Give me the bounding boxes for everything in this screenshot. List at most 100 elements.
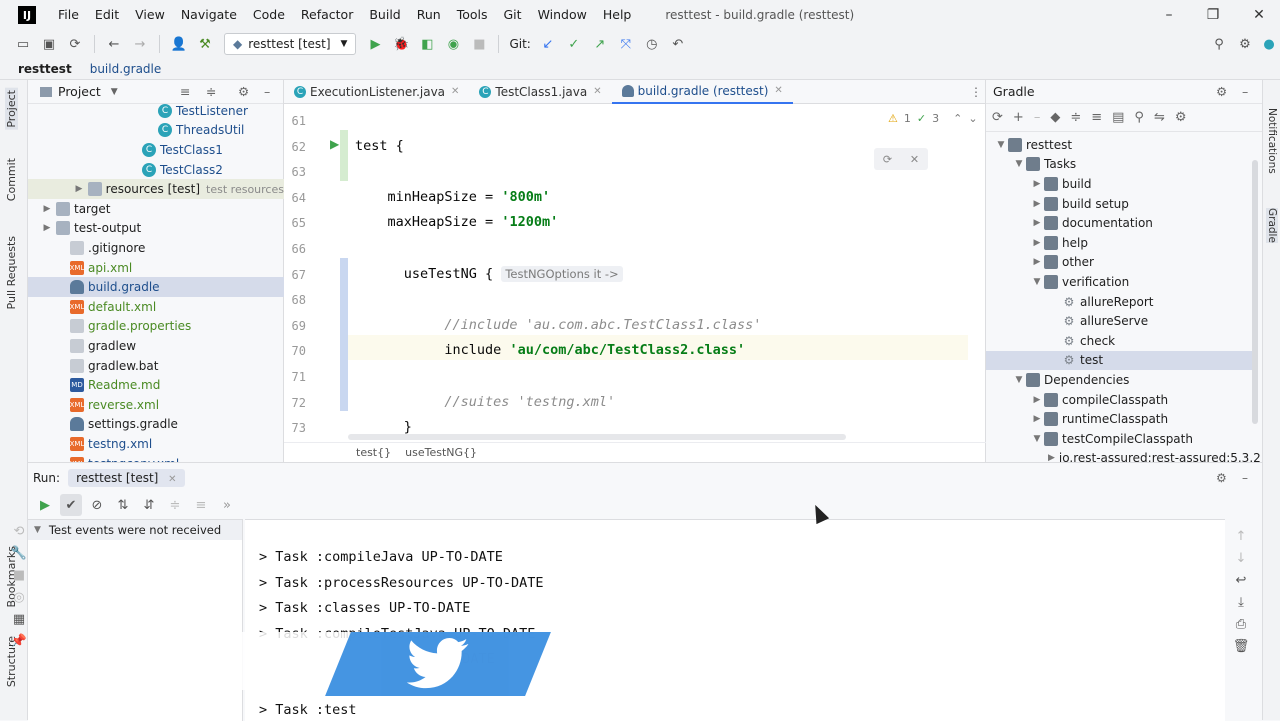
user-icon[interactable]: 👤 (168, 33, 190, 55)
close-icon[interactable]: ✕ (593, 86, 601, 97)
print-icon[interactable]: ⎙ (1230, 613, 1252, 635)
git-update-icon[interactable]: ↙ (537, 33, 559, 55)
close-icon[interactable]: ✕ (451, 86, 459, 97)
collapse-all-icon[interactable]: ≡ (180, 84, 190, 99)
reload-icon[interactable]: ⟳ (992, 110, 1003, 125)
arrow-down-icon[interactable]: ↓ (1230, 547, 1252, 569)
gradle-tree-item[interactable]: ▶ build setup (986, 194, 1252, 214)
project-tree-item[interactable]: gradlew (28, 336, 284, 356)
gradle-tree-item[interactable]: ▼ resttest (986, 135, 1252, 155)
menu-build[interactable]: Build (361, 0, 408, 30)
gradle-tree-item[interactable]: ▶ documentation (986, 213, 1252, 233)
remove-icon[interactable]: – (1034, 110, 1041, 125)
expand-all-icon[interactable]: ≑ (164, 494, 186, 516)
editor-tab[interactable]: C TestClass1.java ✕ (469, 80, 611, 104)
vcs-change-marker[interactable] (340, 129, 348, 181)
stop-icon[interactable]: ■ (468, 33, 490, 55)
hide-icon[interactable]: – (264, 84, 270, 99)
chevron-down-icon[interactable]: ⌄ (968, 112, 977, 125)
project-tree-item[interactable]: XML api.xml (28, 258, 284, 278)
chevron-right-icon[interactable]: ▶ (1030, 257, 1044, 267)
chevron-up-icon[interactable]: ⌃ (953, 112, 962, 125)
coverage-icon[interactable]: ◧ (416, 33, 438, 55)
menu-file[interactable]: File (50, 0, 87, 30)
forward-arrow-icon[interactable]: → (129, 33, 151, 55)
sort-duration-icon[interactable]: ⇵ (138, 494, 160, 516)
gradle-tree-item[interactable]: ⚙ allureReport (986, 292, 1252, 312)
show-ignored-icon[interactable]: ⊘ (86, 494, 108, 516)
project-tree-item[interactable]: gradle.properties (28, 317, 284, 337)
chevron-down-icon[interactable]: ▼ (1030, 434, 1044, 444)
hide-icon[interactable]: – (1242, 471, 1248, 485)
run-configuration-select[interactable]: ◆ resttest [test] ▼ (224, 33, 357, 55)
gradle-tree-item[interactable]: ▶ runtimeClasspath (986, 409, 1252, 429)
back-arrow-icon[interactable]: ← (103, 33, 125, 55)
menu-view[interactable]: View (127, 0, 173, 30)
chevron-right-icon[interactable]: ▶ (40, 204, 54, 214)
toggle-offline-icon[interactable]: ⇋ (1154, 110, 1165, 125)
menu-window[interactable]: Window (530, 0, 595, 30)
menu-edit[interactable]: Edit (87, 0, 127, 30)
breadcrumb-file[interactable]: build.gradle (90, 62, 162, 76)
pull-requests-tool-button[interactable]: Pull Requests (5, 236, 18, 309)
menu-git[interactable]: Git (496, 0, 530, 30)
show-passed-icon[interactable]: ✔ (60, 494, 82, 516)
chevron-right-icon[interactable]: ▶ (1030, 414, 1044, 424)
menu-navigate[interactable]: Navigate (173, 0, 245, 30)
chevron-right-icon[interactable]: ▶ (72, 184, 86, 194)
rollback-icon[interactable]: ↶ (667, 33, 689, 55)
run-tab[interactable]: resttest [test] ✕ (68, 469, 185, 487)
chevron-down-icon[interactable]: ▼ (1012, 375, 1026, 385)
more-icon[interactable]: » (216, 494, 238, 516)
run-gutter-icon[interactable]: ▶ (330, 137, 339, 151)
project-tree-item[interactable]: C TestClass1 (28, 140, 284, 160)
editor-tab[interactable]: build.gradle (resttest) ✕ (611, 80, 793, 104)
close-icon[interactable]: ✕ (910, 153, 919, 166)
restore-icon[interactable]: ❐ (1190, 0, 1236, 30)
gradle-tree-item[interactable]: ▶ other (986, 253, 1252, 273)
open-folder-icon[interactable]: ▭ (12, 33, 34, 55)
arrow-up-icon[interactable]: ↑ (1230, 525, 1252, 547)
editor-tab[interactable]: C ExecutionListener.java ✕ (284, 80, 469, 104)
run-icon[interactable]: ▶ (364, 33, 386, 55)
chevron-right-icon[interactable]: ▶ (1030, 238, 1044, 248)
wrench-icon[interactable]: 🔧 (8, 542, 30, 564)
minimize-icon[interactable]: – (1146, 0, 1192, 30)
git-merge-icon[interactable]: ⤧ (615, 33, 637, 55)
gradle-tree-item[interactable]: ⚙ check (986, 331, 1252, 351)
breadcrumb-project[interactable]: resttest (18, 62, 72, 76)
build-hammer-icon[interactable]: ⚒ (194, 33, 216, 55)
trash-icon[interactable]: 🗑 (1230, 635, 1252, 657)
menu-run[interactable]: Run (409, 0, 449, 30)
chevron-right-icon[interactable]: ▶ (1030, 199, 1044, 209)
execute-task-icon[interactable]: ◆ (1050, 110, 1060, 125)
project-tree-item[interactable]: MD Readme.md (28, 375, 284, 395)
stop-icon[interactable]: ■ (8, 564, 30, 586)
menu-refactor[interactable]: Refactor (293, 0, 361, 30)
gear-icon[interactable]: ⚙ (1234, 33, 1256, 55)
project-tree-item[interactable]: C TestListener (28, 101, 284, 121)
pin-icon[interactable]: 📌 (8, 630, 30, 652)
gear-icon[interactable]: ⚙ (1216, 84, 1227, 99)
expand-all-icon[interactable]: ≑ (206, 84, 216, 99)
menu-code[interactable]: Code (245, 0, 293, 30)
gradle-tree-item[interactable]: ▼ testCompileClasspath (986, 429, 1252, 449)
gradle-reload-popup[interactable]: ⟳ ✕ (874, 148, 928, 170)
gradle-tree-item[interactable]: ▶ build (986, 174, 1252, 194)
gradle-tree-item[interactable]: ▼ Tasks (986, 155, 1252, 175)
plugin-logo-icon[interactable]: ● (1258, 33, 1280, 55)
rerun-icon[interactable]: ▶ (34, 494, 56, 516)
profile-icon[interactable]: ◉ (442, 33, 464, 55)
project-tree-item[interactable]: .gitignore (28, 238, 284, 258)
project-tree-item[interactable]: XML reverse.xml (28, 395, 284, 415)
close-icon[interactable]: ✕ (168, 474, 176, 485)
debug-icon[interactable]: 🐞 (390, 33, 412, 55)
project-tree-item[interactable]: gradlew.bat (28, 356, 284, 376)
chevron-down-icon[interactable]: ▼ (34, 525, 41, 535)
gradle-tree-item[interactable]: ▶ help (986, 233, 1252, 253)
git-push-icon[interactable]: ↗ (589, 33, 611, 55)
chevron-down-icon[interactable]: ▼ (111, 87, 118, 97)
menu-tools[interactable]: Tools (449, 0, 496, 30)
gear-icon[interactable]: ⚙ (1216, 471, 1227, 485)
project-tree-item[interactable]: ▶ test-output (28, 219, 284, 239)
